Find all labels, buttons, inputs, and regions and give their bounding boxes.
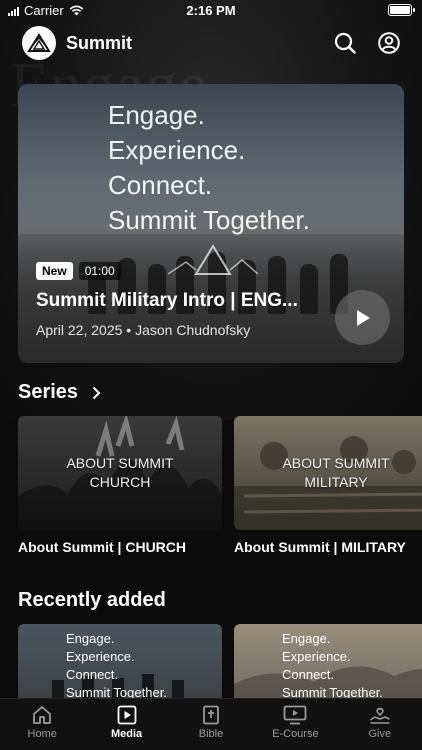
hero-overlay-line: Connect. — [108, 170, 213, 200]
search-icon — [334, 32, 356, 54]
chevron-right-icon — [92, 386, 101, 399]
hero-overlay-line: Experience. — [108, 135, 246, 165]
series-card-label[interactable]: About Summit | CHURCH — [18, 539, 186, 555]
tab-home[interactable]: Home — [2, 705, 82, 740]
recent-overlay-line: Connect. — [66, 667, 119, 682]
ecourse-icon — [283, 705, 307, 725]
tab-label: E-Course — [272, 728, 319, 740]
recent-overlay-line: Experience. — [66, 649, 135, 664]
recent-title: Recently added — [18, 589, 166, 611]
recent-overlay-line: Connect. — [282, 667, 335, 682]
hero-overlay-text: Engage. Experience. Connect. Summit Toge… — [108, 98, 310, 238]
app-name: Summit — [66, 32, 133, 53]
recent-overlay-line: Engage. — [282, 631, 331, 646]
tab-label: Bible — [198, 728, 224, 740]
series-card-overlay: ABOUT SUMMIT MILITARY — [234, 454, 422, 492]
clock: 2:16 PM — [186, 3, 236, 18]
home-icon — [33, 706, 52, 724]
series-overlay-line: MILITARY — [304, 474, 368, 490]
profile-button[interactable] — [378, 32, 400, 54]
tab-label: Media — [110, 728, 143, 740]
featured-video-card[interactable]: Engage. Experience. Connect. Summit Toge… — [18, 84, 404, 363]
tab-label: Home — [27, 728, 57, 740]
hero-author: Jason Chudnofsky — [135, 322, 251, 338]
hero-title: Summit Military Intro | ENG... — [36, 290, 298, 311]
play-button[interactable] — [335, 290, 390, 345]
series-overlay-line: ABOUT SUMMIT — [66, 455, 174, 471]
series-card-church[interactable]: ABOUT SUMMIT CHURCH — [18, 416, 222, 530]
series-card-overlay: ABOUT SUMMIT CHURCH — [18, 454, 222, 492]
hero-date: April 22, 2025 — [36, 322, 123, 338]
bible-icon — [203, 705, 219, 725]
series-overlay-line: ABOUT SUMMIT — [282, 455, 390, 471]
new-badge: New — [36, 262, 73, 280]
recent-card[interactable]: Engage. Experience. Connect. Summit Toge… — [234, 624, 422, 704]
recent-overlay-line: Engage. — [66, 631, 115, 646]
status-bar: Carrier 2:16 PM — [0, 0, 422, 22]
series-card-military[interactable]: ABOUT SUMMIT MILITARY — [234, 416, 422, 530]
summit-logo-icon — [27, 33, 51, 52]
tab-label: Give — [368, 728, 392, 740]
recent-card[interactable]: Engage. Experience. Connect. Summit Toge… — [18, 624, 222, 704]
tab-bible[interactable]: Bible — [171, 705, 251, 740]
account-icon — [378, 32, 400, 54]
tab-media[interactable]: Media — [87, 705, 167, 740]
app-header: Summit — [22, 26, 400, 60]
tab-bar: Home Media Bible E-Course Give — [0, 698, 422, 750]
series-card-label[interactable]: About Summit | MILITARY — [234, 539, 406, 555]
battery-icon — [388, 4, 415, 16]
recent-overlay-line: Experience. — [282, 649, 351, 664]
hero-overlay-line: Summit Together. — [108, 205, 310, 235]
hero-separator: • — [126, 322, 132, 338]
series-title: Series — [18, 381, 79, 403]
play-icon — [356, 309, 370, 326]
hero-meta: April 22, 2025 • Jason Chudnofsky — [36, 322, 250, 338]
give-icon — [369, 707, 390, 724]
media-icon — [117, 705, 136, 725]
hero-badges: New 01:00 — [36, 262, 121, 280]
duration-badge: 01:00 — [78, 262, 121, 280]
tab-give[interactable]: Give — [340, 705, 420, 740]
search-button[interactable] — [334, 32, 356, 54]
recent-card-text: Engage. Experience. Connect. Summit Toge… — [66, 630, 167, 702]
hero-mountain-logo — [168, 244, 258, 275]
recent-header: Recently added — [18, 589, 166, 612]
app-logo[interactable] — [22, 26, 56, 60]
tab-ecourse[interactable]: E-Course — [255, 705, 335, 740]
series-overlay-line: CHURCH — [89, 474, 151, 490]
series-header[interactable]: Series — [18, 381, 101, 404]
recent-card-text: Engage. Experience. Connect. Summit Toge… — [282, 630, 383, 702]
hero-overlay-line: Engage. — [108, 100, 205, 130]
